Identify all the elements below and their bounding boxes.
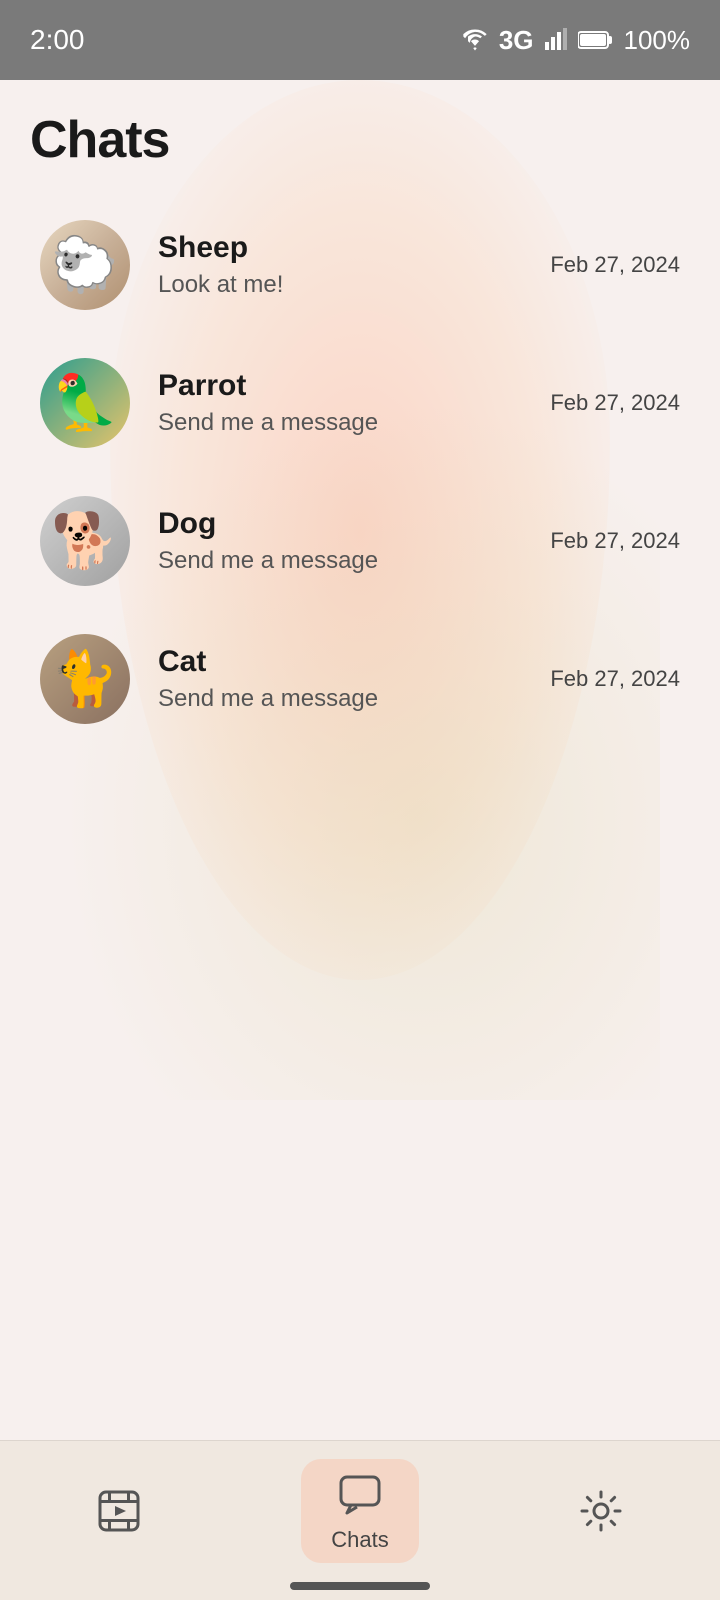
- chat-date-cat: Feb 27, 2024: [550, 666, 680, 692]
- nav-item-media[interactable]: [64, 1476, 174, 1546]
- chat-name-dog: Dog: [158, 507, 534, 541]
- chat-preview-dog: Send me a message: [158, 547, 534, 575]
- chat-info-dog: Dog Send me a message: [158, 507, 534, 575]
- avatar-cat: [40, 634, 130, 724]
- signal-icon: [544, 28, 568, 52]
- media-icon: [94, 1486, 144, 1536]
- chat-info-parrot: Parrot Send me a message: [158, 369, 534, 437]
- chat-item-dog[interactable]: Dog Send me a message Feb 27, 2024: [30, 476, 690, 606]
- page-title: Chats: [30, 110, 690, 170]
- chat-info-sheep: Sheep Look at me!: [158, 231, 534, 299]
- nav-item-chats[interactable]: Chats: [301, 1459, 418, 1563]
- battery-icon: [578, 30, 614, 50]
- chat-item-cat[interactable]: Cat Send me a message Feb 27, 2024: [30, 614, 690, 744]
- home-indicator: [290, 1582, 430, 1590]
- chat-date-parrot: Feb 27, 2024: [550, 390, 680, 416]
- status-time: 2:00: [30, 24, 85, 56]
- chat-item-parrot[interactable]: Parrot Send me a message Feb 27, 2024: [30, 338, 690, 468]
- chat-name-cat: Cat: [158, 645, 534, 679]
- chat-preview-cat: Send me a message: [158, 685, 534, 713]
- battery-percent: 100%: [624, 25, 691, 56]
- chat-preview-parrot: Send me a message: [158, 409, 534, 437]
- chat-name-parrot: Parrot: [158, 369, 534, 403]
- settings-icon: [576, 1486, 626, 1536]
- bottom-nav: Chats: [0, 1440, 720, 1600]
- chat-preview-sheep: Look at me!: [158, 271, 534, 299]
- status-bar: 2:00 3G 100%: [0, 0, 720, 80]
- chat-info-cat: Cat Send me a message: [158, 645, 534, 713]
- chat-item-sheep[interactable]: Sheep Look at me! Feb 27, 2024: [30, 200, 690, 330]
- main-content: Chats Sheep Look at me! Feb 27, 2024 Par…: [0, 80, 720, 744]
- chat-icon: [335, 1469, 385, 1519]
- avatar-sheep: [40, 220, 130, 310]
- chat-date-sheep: Feb 27, 2024: [550, 252, 680, 278]
- chat-name-sheep: Sheep: [158, 231, 534, 265]
- status-icons: 3G 100%: [461, 25, 690, 56]
- wifi-icon: [461, 29, 489, 51]
- avatar-dog: [40, 496, 130, 586]
- chat-date-dog: Feb 27, 2024: [550, 528, 680, 554]
- avatar-parrot: [40, 358, 130, 448]
- chat-list: Sheep Look at me! Feb 27, 2024 Parrot Se…: [30, 200, 690, 744]
- network-type: 3G: [499, 25, 534, 56]
- nav-item-settings[interactable]: [546, 1476, 656, 1546]
- nav-chats-label: Chats: [331, 1527, 388, 1553]
